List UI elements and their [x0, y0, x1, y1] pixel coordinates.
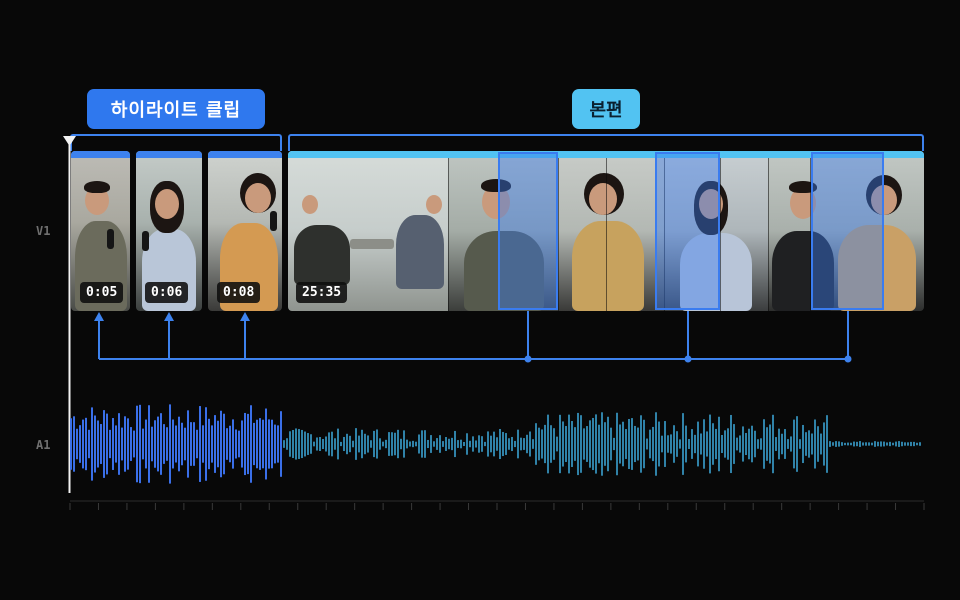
connector-lines	[98, 311, 849, 360]
connector-dot	[524, 355, 532, 363]
audio-waveform	[70, 404, 921, 484]
playhead-triangle-icon[interactable]	[63, 136, 76, 146]
connector-arrow	[164, 312, 174, 321]
connector-dot	[844, 355, 852, 363]
connector-arrow	[94, 312, 104, 321]
connector-arrow	[240, 312, 250, 321]
timeline-overlay	[63, 136, 925, 510]
ruler-ticks	[69, 503, 925, 510]
connector-dot	[684, 355, 692, 363]
